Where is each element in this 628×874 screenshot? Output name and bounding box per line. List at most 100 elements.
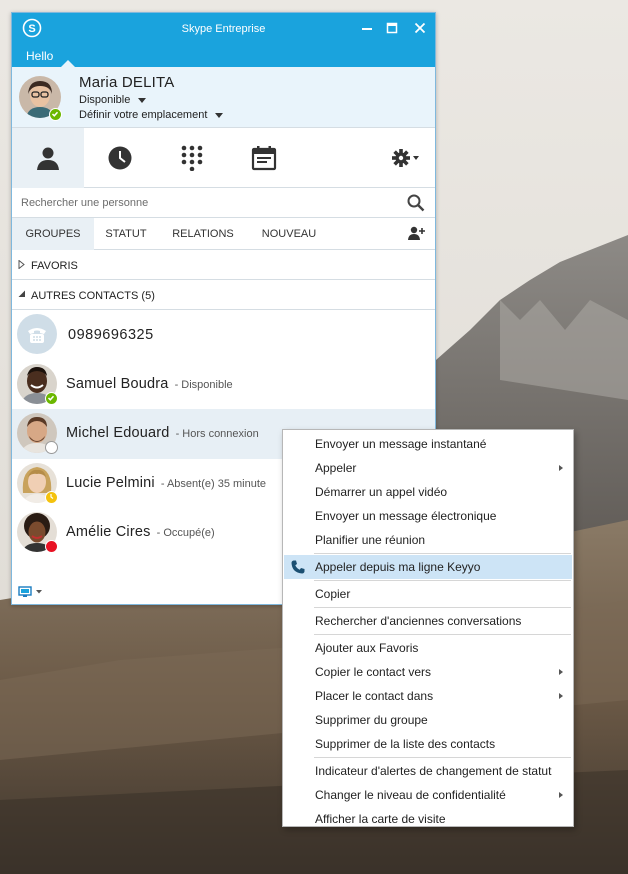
- group-label: AUTRES CONTACTS (5): [31, 290, 155, 302]
- menu-item-label: Planifier une réunion: [315, 533, 426, 547]
- chevron-down-icon: [138, 97, 147, 103]
- menu-separator: [314, 634, 571, 635]
- contact-status: - Occupé(e): [156, 527, 215, 539]
- presence-indicator-icon: [45, 441, 58, 454]
- tab-conversations[interactable]: [84, 128, 156, 188]
- submenu-arrow-icon: [559, 465, 563, 471]
- list-item[interactable]: 0989696325: [12, 310, 435, 360]
- menu-item-label: Rechercher d'anciennes conversations: [315, 614, 522, 628]
- status-label: Disponible: [79, 94, 131, 106]
- contact-name: Samuel Boudra - Disponible: [66, 376, 233, 392]
- context-menu: Envoyer un message instantané Appeler Dé…: [282, 429, 574, 827]
- menu-item-remove-from-group[interactable]: Supprimer du groupe: [284, 708, 572, 732]
- menu-item-label: Indicateur d'alertes de changement de st…: [315, 764, 552, 778]
- menu-item-send-im[interactable]: Envoyer un message instantané: [284, 432, 572, 456]
- dialpad-icon: [181, 145, 203, 171]
- menu-item-label: Placer le contact dans: [315, 689, 434, 703]
- tab-contacts[interactable]: [12, 128, 84, 188]
- menu-item-label: Supprimer de la liste des contacts: [315, 737, 496, 751]
- contact-status: - Hors connexion: [175, 428, 259, 440]
- menu-item-copy[interactable]: Copier: [284, 582, 572, 606]
- submenu-arrow-icon: [559, 693, 563, 699]
- menu-item-label: Supprimer du groupe: [315, 713, 428, 727]
- search-icon[interactable]: [407, 194, 425, 212]
- list-item[interactable]: Samuel Boudra - Disponible: [12, 360, 435, 410]
- phone-contact-icon: [28, 328, 46, 343]
- calendar-icon: [251, 146, 277, 171]
- phone-icon: [291, 560, 305, 574]
- tab-relations[interactable]: RELATIONS: [158, 218, 248, 250]
- title-bar[interactable]: S Skype Entreprise: [12, 13, 435, 45]
- submenu-arrow-icon: [559, 792, 563, 798]
- menu-item-call-keyyo[interactable]: Appeler depuis ma ligne Keyyo: [284, 555, 572, 579]
- chevron-down-icon: [215, 112, 224, 118]
- menu-separator: [314, 553, 571, 554]
- profile-name: Maria DELITA: [79, 74, 175, 91]
- menu-item-call[interactable]: Appeler: [284, 456, 572, 480]
- group-label: FAVORIS: [31, 260, 78, 272]
- person-icon: [37, 147, 59, 170]
- presence-indicator-icon: [45, 491, 58, 504]
- menu-item-status-alerts[interactable]: Indicateur d'alertes de changement de st…: [284, 759, 572, 783]
- contact-view-tabs: GROUPES STATUT RELATIONS NOUVEAU: [12, 218, 435, 250]
- status-selector[interactable]: Disponible: [79, 94, 147, 106]
- search-bar: [12, 188, 435, 218]
- contact-name: 0989696325: [68, 327, 154, 343]
- gear-icon: [392, 149, 419, 167]
- contact-status: - Absent(e) 35 minute: [160, 478, 267, 490]
- presence-indicator-icon: [45, 392, 58, 405]
- collapse-arrow-icon: [18, 290, 25, 297]
- menu-item-schedule-meeting[interactable]: Planifier une réunion: [284, 528, 572, 552]
- menu-separator: [314, 757, 571, 758]
- group-favoris[interactable]: FAVORIS: [12, 250, 435, 280]
- menu-item-add-favorites[interactable]: Ajouter aux Favoris: [284, 636, 572, 660]
- presence-indicator-icon: [45, 540, 58, 553]
- menu-item-label: Copier: [315, 587, 351, 601]
- close-button[interactable]: [410, 19, 430, 39]
- menu-item-label: Démarrer un appel vidéo: [315, 485, 448, 499]
- tab-statut[interactable]: STATUT: [94, 218, 158, 250]
- menu-item-label: Envoyer un message électronique: [315, 509, 497, 523]
- menu-item-privacy-level[interactable]: Changer le niveau de confidentialité: [284, 783, 572, 807]
- submenu-arrow-icon: [559, 669, 563, 675]
- contact-status: - Disponible: [174, 379, 233, 391]
- device-settings-icon[interactable]: [18, 586, 44, 598]
- menu-item-label: Afficher la carte de visite: [315, 812, 446, 826]
- menu-item-copy-contact-to[interactable]: Copier le contact vers: [284, 660, 572, 684]
- contact-name: Lucie Pelmini - Absent(e) 35 minute: [66, 475, 267, 491]
- clock-icon: [108, 146, 132, 170]
- location-label: Définir votre emplacement: [79, 109, 208, 121]
- hello-banner: Hello: [12, 45, 435, 67]
- avatar: [17, 314, 57, 354]
- contact-name: Amélie Cires - Occupé(e): [66, 524, 215, 540]
- menu-item-view-contact-card[interactable]: Afficher la carte de visite: [284, 807, 572, 831]
- menu-item-video-call[interactable]: Démarrer un appel vidéo: [284, 480, 572, 504]
- options-menu-button[interactable]: [376, 128, 436, 188]
- main-tabs: [12, 128, 435, 188]
- location-selector[interactable]: Définir votre emplacement: [79, 109, 224, 121]
- tab-nouveau[interactable]: NOUVEAU: [248, 218, 330, 250]
- expand-arrow-icon: [18, 260, 25, 269]
- maximize-button[interactable]: [382, 19, 402, 39]
- tab-groupes[interactable]: GROUPES: [12, 218, 94, 250]
- menu-item-label: Ajouter aux Favoris: [315, 641, 419, 655]
- search-input[interactable]: [12, 188, 397, 218]
- minimize-button[interactable]: [357, 19, 377, 39]
- tab-phone[interactable]: [156, 128, 228, 188]
- presence-indicator-icon: [49, 108, 62, 121]
- tab-meetings[interactable]: [228, 128, 300, 188]
- menu-item-label: Appeler: [315, 461, 357, 475]
- menu-item-label: Changer le niveau de confidentialité: [315, 788, 506, 802]
- menu-item-label: Appeler depuis ma ligne Keyyo: [315, 560, 481, 574]
- menu-item-label: Envoyer un message instantané: [315, 437, 487, 451]
- menu-item-remove-from-list[interactable]: Supprimer de la liste des contacts: [284, 732, 572, 756]
- add-contact-icon[interactable]: [408, 226, 425, 241]
- menu-item-send-email[interactable]: Envoyer un message électronique: [284, 504, 572, 528]
- menu-item-move-contact-to[interactable]: Placer le contact dans: [284, 684, 572, 708]
- group-autres-contacts[interactable]: AUTRES CONTACTS (5): [12, 280, 435, 310]
- contact-name: Michel Edouard - Hors connexion: [66, 425, 259, 441]
- menu-item-search-conversations[interactable]: Rechercher d'anciennes conversations: [284, 609, 572, 633]
- profile-panel: Maria DELITA Disponible Définir votre em…: [12, 60, 435, 128]
- menu-item-label: Copier le contact vers: [315, 665, 432, 679]
- menu-separator: [314, 580, 571, 581]
